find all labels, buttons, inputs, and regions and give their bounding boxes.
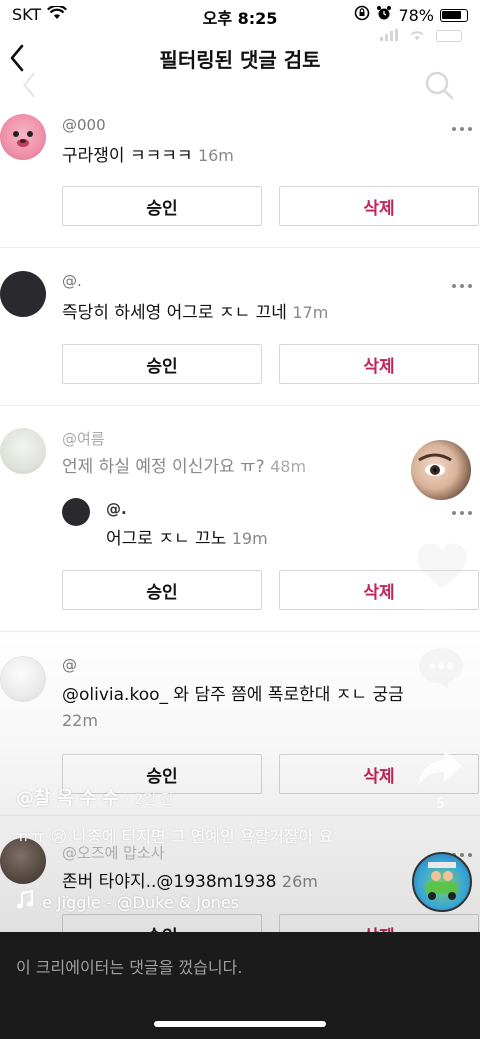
video-caption: ㅠㅠ 😢 나중에 터지면 그 연예인 욕할거잖아 요 (16, 827, 334, 846)
music-disc-icon[interactable] (412, 852, 472, 912)
video-author[interactable]: @찰 옥 수 수 · 2일 전 (16, 784, 173, 810)
page-title: 필터링된 댓글 검토 (159, 48, 321, 72)
comment-username[interactable]: @여름 (62, 428, 105, 449)
creator-avatar[interactable] (409, 438, 473, 502)
avatar (0, 271, 46, 317)
comment-username[interactable]: @. (62, 272, 82, 290)
comment-text: 구라쟁이 ㅋㅋㅋㅋ 16m (62, 143, 234, 169)
comment-time: 17m (292, 303, 329, 322)
share-icon[interactable] (416, 748, 464, 792)
avatar (0, 114, 46, 160)
heart-icon[interactable] (414, 540, 470, 594)
avatar (0, 428, 46, 474)
alarm-icon (376, 5, 392, 25)
video-music[interactable]: e Jiggle - @Duke & Jones (16, 889, 240, 914)
search-icon (424, 70, 454, 104)
like-count: 4636 (420, 600, 454, 615)
comment-icon[interactable] (416, 645, 466, 695)
avatar (0, 656, 46, 702)
comments-disabled-notice: 이 크리에이터는 댓글을 껐습니다. (16, 958, 243, 977)
comments-disabled-bar: 이 크리에이터는 댓글을 껐습니다. (0, 932, 480, 1039)
comment-body: 즉당히 하세영 어그로 ㅈㄴ 끄네 (62, 303, 287, 323)
approve-button[interactable]: 승인 (62, 344, 262, 384)
comment-body: 언제 하실 예정 이신가요 ㅠ? (62, 457, 265, 477)
filtered-comment: @. 즉당히 하세영 어그로 ㅈㄴ 끄네 17m 승인 삭제 (0, 248, 480, 406)
battery-percent: 78% (398, 5, 434, 25)
music-note-icon (16, 889, 34, 914)
header: 필터링된 댓글 검토 (0, 36, 480, 80)
comment-time: 22m (62, 711, 98, 730)
reply-body: 어그로 ㅈㄴ 끄노 (106, 529, 227, 549)
filtered-comment: @000 구라쟁이 ㅋㅋㅋㅋ 16m 승인 삭제 (0, 108, 480, 248)
more-options-icon[interactable] (448, 281, 476, 291)
comment-time: 16m (197, 146, 234, 165)
more-options-icon[interactable] (448, 124, 476, 134)
ghost-back-icon (20, 72, 38, 102)
comment-time: 26m (281, 872, 318, 891)
battery-icon (440, 8, 468, 22)
more-options-icon[interactable] (448, 508, 476, 518)
comment-text: @olivia.koo_ 와 담주 쯤에 폭로한대 ㅈㄴ 궁금 22m (62, 682, 462, 734)
comment-body: 존버 타야지..@1938m1938 (62, 872, 277, 892)
comment-text: 언제 하실 예정 이신가요 ㅠ? 48m (62, 454, 306, 480)
delete-button[interactable]: 삭제 (279, 186, 479, 226)
reply-time: 19m (231, 529, 268, 548)
orientation-lock-icon (354, 5, 370, 25)
filtered-comment: @여름 언제 하실 예정 이신가요 ㅠ? 48m @. 어그로 ㅈㄴ 끄노 19… (0, 406, 480, 632)
reply-text: 어그로 ㅈㄴ 끄노 19m (106, 526, 268, 552)
comment-username[interactable]: @ (62, 656, 77, 674)
approve-button[interactable]: 승인 (62, 186, 262, 226)
home-indicator[interactable] (154, 1021, 326, 1027)
comment-text: 즉당히 하세영 어그로 ㅈㄴ 끄네 17m (62, 300, 328, 326)
video-date: · 2일 전 (125, 792, 174, 808)
delete-button[interactable]: 삭제 (279, 344, 479, 384)
comment-body: 구라쟁이 ㅋㅋㅋㅋ (62, 146, 193, 166)
video-username: @찰 옥 수 수 (16, 788, 120, 809)
comment-username[interactable]: @000 (62, 116, 106, 134)
comment-time: 48m (270, 457, 307, 476)
comment-body: @olivia.koo_ 와 담주 쯤에 폭로한대 ㅈㄴ 궁금 (62, 685, 404, 705)
reply-avatar (62, 498, 90, 526)
share-count: 5 (436, 796, 445, 812)
music-title: e Jiggle - @Duke & Jones (42, 892, 240, 912)
reply-username[interactable]: @. (106, 500, 127, 518)
approve-button[interactable]: 승인 (62, 570, 262, 610)
